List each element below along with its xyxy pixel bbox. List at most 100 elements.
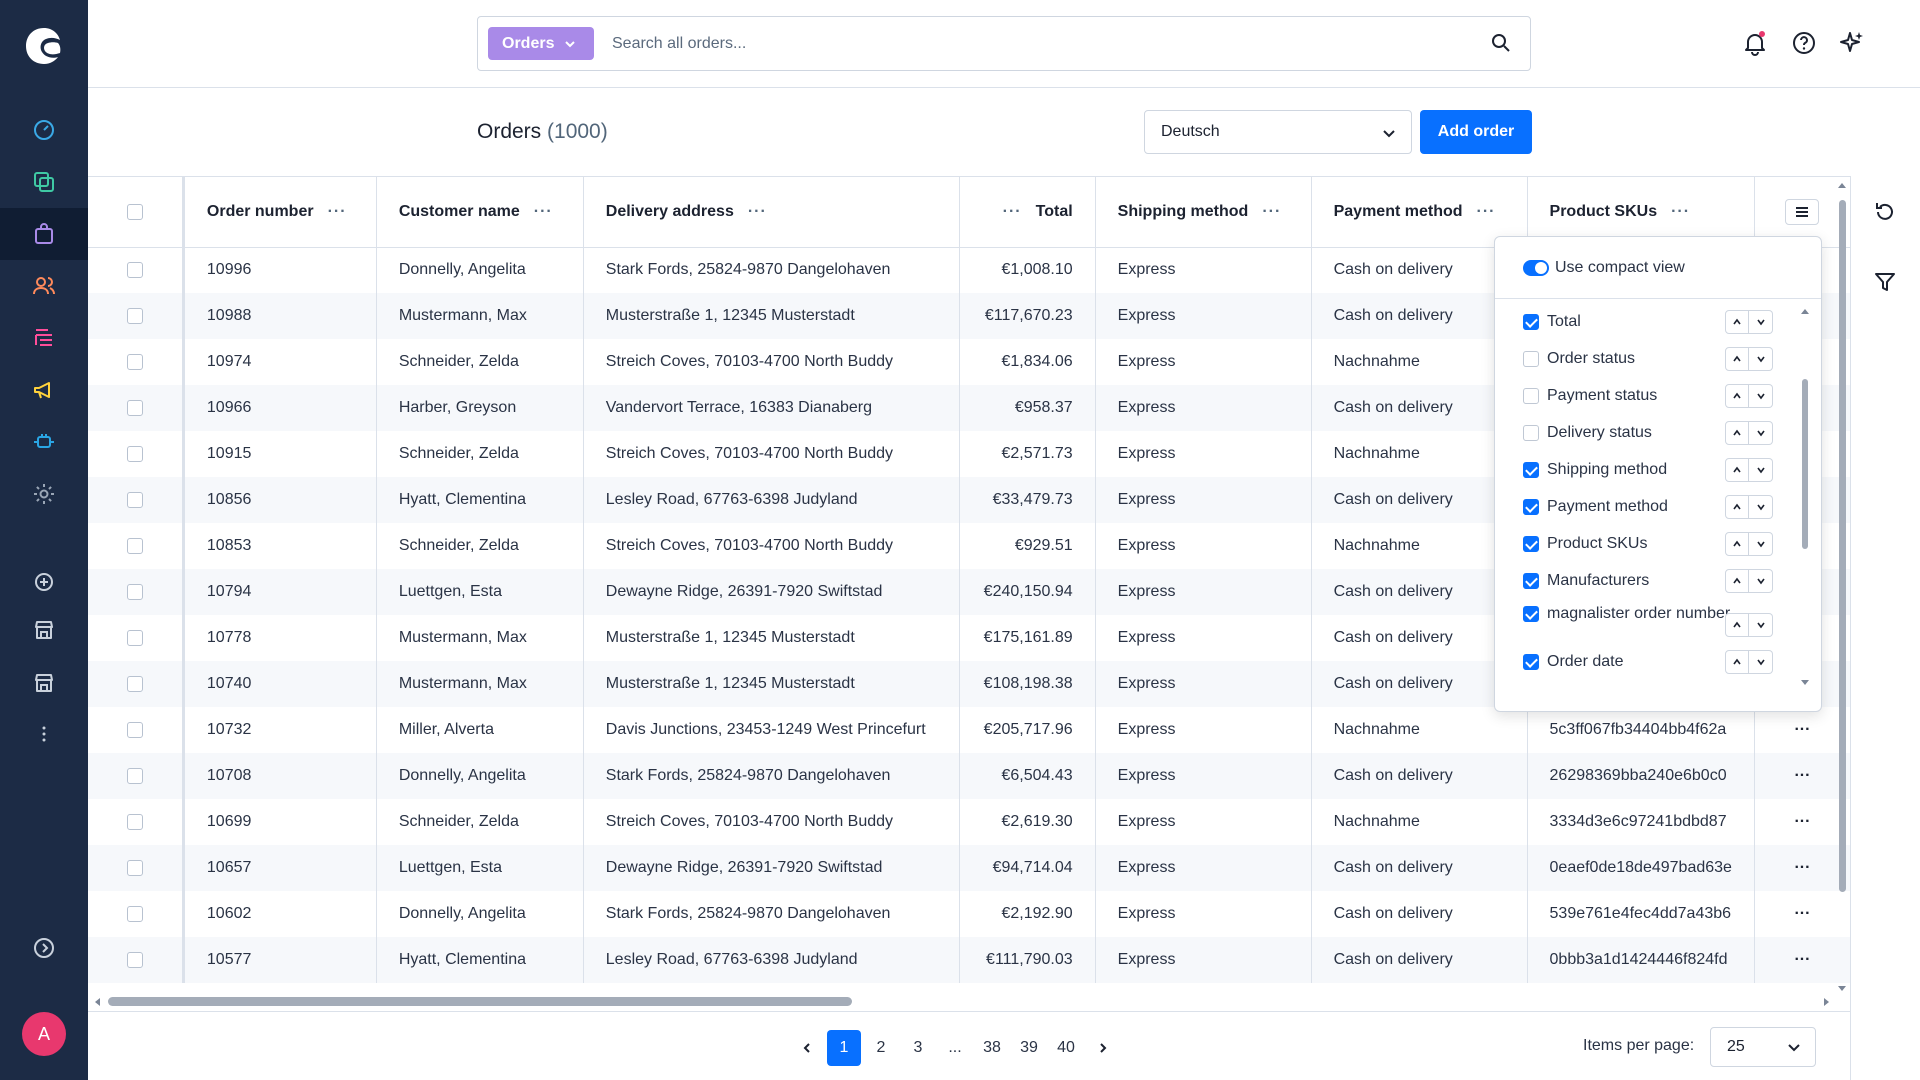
order-number-cell[interactable]: 10996 [183, 247, 377, 293]
sidebar-item-customers[interactable] [0, 260, 88, 312]
move-down-button[interactable] [1749, 421, 1773, 445]
order-number-cell[interactable]: 10740 [183, 661, 377, 707]
select-all-checkbox[interactable] [126, 203, 143, 220]
scroll-left-icon[interactable] [92, 996, 102, 1008]
order-number-cell[interactable]: 10577 [183, 937, 377, 983]
items-per-page-select[interactable]: 25 [1710, 1027, 1816, 1067]
popover-scrollbar-thumb[interactable] [1802, 379, 1808, 549]
column-option-checkbox[interactable] [1523, 535, 1539, 552]
column-option-checkbox[interactable] [1523, 387, 1539, 404]
page-button-1[interactable]: 1 [827, 1030, 861, 1066]
column-option-checkbox[interactable] [1523, 350, 1539, 367]
sidebar-sales-channel-2[interactable] [0, 657, 88, 709]
move-up-button[interactable] [1725, 650, 1749, 674]
move-up-button[interactable] [1725, 613, 1749, 637]
move-up-button[interactable] [1725, 532, 1749, 556]
row-checkbox[interactable] [126, 445, 143, 462]
move-down-button[interactable] [1749, 495, 1773, 519]
column-menu-icon[interactable]: ··· [1262, 203, 1281, 220]
order-number-cell[interactable]: 10778 [183, 615, 377, 661]
page-button-3[interactable]: 3 [901, 1030, 935, 1066]
move-down-button[interactable] [1749, 310, 1773, 334]
language-select[interactable]: Deutsch [1144, 110, 1412, 154]
search-module-button[interactable]: Orders [488, 27, 594, 60]
sidebar-item-catalogues[interactable] [0, 156, 88, 208]
column-header-order-number[interactable]: Order number ··· [183, 177, 377, 248]
column-menu-icon[interactable]: ··· [1671, 203, 1690, 220]
order-number-cell[interactable]: 10974 [183, 339, 377, 385]
row-checkbox[interactable] [126, 675, 143, 692]
move-up-button[interactable] [1725, 347, 1749, 371]
refresh-icon[interactable] [1873, 200, 1897, 224]
help-icon[interactable] [1791, 30, 1817, 56]
next-page-button[interactable] [1086, 1030, 1120, 1066]
row-checkbox[interactable] [126, 813, 143, 830]
page-button-40[interactable]: 40 [1049, 1030, 1083, 1066]
row-checkbox[interactable] [126, 583, 143, 600]
table-row[interactable]: 10732 Miller, Alverta Davis Junctions, 234… [88, 707, 1850, 753]
order-number-cell[interactable]: 10794 [183, 569, 377, 615]
order-number-cell[interactable]: 10988 [183, 293, 377, 339]
column-option-checkbox[interactable] [1523, 605, 1539, 622]
sidebar-collapse-button[interactable] [0, 922, 88, 974]
move-up-button[interactable] [1725, 384, 1749, 408]
notification-bell-icon[interactable] [1742, 30, 1768, 56]
move-up-button[interactable] [1725, 421, 1749, 445]
shopware-logo[interactable] [22, 24, 66, 68]
row-checkbox[interactable] [126, 721, 143, 738]
table-row[interactable]: 10657 Luettgen, Esta Dewayne Ridge, 26391-… [88, 845, 1850, 891]
order-number-cell[interactable]: 10853 [183, 523, 377, 569]
horizontal-scrollbar-thumb[interactable] [108, 997, 852, 1006]
sidebar-item-orders[interactable] [0, 208, 88, 260]
row-checkbox[interactable] [126, 767, 143, 784]
column-header-customer-name[interactable]: Customer name ··· [376, 177, 584, 248]
row-checkbox[interactable] [126, 399, 143, 416]
column-menu-icon[interactable]: ··· [534, 203, 553, 220]
sidebar-more[interactable] [0, 708, 88, 760]
order-number-cell[interactable]: 10657 [183, 845, 377, 891]
column-option-checkbox[interactable] [1523, 653, 1539, 670]
row-checkbox[interactable] [126, 537, 143, 554]
column-option-checkbox[interactable] [1523, 424, 1539, 441]
table-row[interactable]: 10708 Donnelly, Angelita Stark Fords, 2582… [88, 753, 1850, 799]
scroll-down-icon[interactable] [1801, 679, 1809, 687]
move-down-button[interactable] [1749, 347, 1773, 371]
move-down-button[interactable] [1749, 458, 1773, 482]
row-checkbox[interactable] [126, 629, 143, 646]
horizontal-scrollbar[interactable] [88, 992, 1850, 1012]
scroll-right-icon[interactable] [1822, 996, 1832, 1008]
column-menu-icon[interactable]: ··· [328, 203, 347, 220]
move-down-button[interactable] [1749, 650, 1773, 674]
row-checkbox[interactable] [126, 307, 143, 324]
search-icon[interactable] [1490, 32, 1512, 54]
add-order-button[interactable]: Add order [1420, 110, 1532, 154]
order-number-cell[interactable]: 10708 [183, 753, 377, 799]
page-button-2[interactable]: 2 [864, 1030, 898, 1066]
move-up-button[interactable] [1725, 495, 1749, 519]
move-up-button[interactable] [1725, 310, 1749, 334]
move-down-button[interactable] [1749, 613, 1773, 637]
order-number-cell[interactable]: 10732 [183, 707, 377, 753]
scroll-up-icon[interactable] [1836, 180, 1848, 190]
column-menu-icon[interactable]: ··· [1477, 203, 1496, 220]
vertical-scrollbar[interactable] [1836, 178, 1848, 994]
row-checkbox[interactable] [126, 951, 143, 968]
column-header-shipping-method[interactable]: Shipping method ··· [1095, 177, 1312, 248]
sidebar-add-sales-channel[interactable] [0, 556, 88, 608]
page-button-38[interactable]: 38 [975, 1030, 1009, 1066]
move-up-button[interactable] [1725, 458, 1749, 482]
popover-scrollbar[interactable] [1801, 307, 1809, 687]
column-header-total[interactable]: ··· Total [959, 177, 1096, 248]
table-row[interactable]: 10699 Schneider, Zelda Streich Coves, 7010… [88, 799, 1850, 845]
move-up-button[interactable] [1725, 569, 1749, 593]
sidebar-item-dashboard[interactable] [0, 104, 88, 156]
sidebar-item-settings[interactable] [0, 468, 88, 520]
compact-view-row[interactable]: Use compact view [1495, 237, 1821, 299]
column-option-checkbox[interactable] [1523, 572, 1539, 589]
column-header-delivery-address[interactable]: Delivery address ··· [583, 177, 960, 248]
row-checkbox[interactable] [126, 262, 143, 279]
order-number-cell[interactable]: 10966 [183, 385, 377, 431]
column-option-checkbox[interactable] [1523, 461, 1539, 478]
previous-page-button[interactable] [790, 1030, 824, 1066]
page-button-39[interactable]: 39 [1012, 1030, 1046, 1066]
